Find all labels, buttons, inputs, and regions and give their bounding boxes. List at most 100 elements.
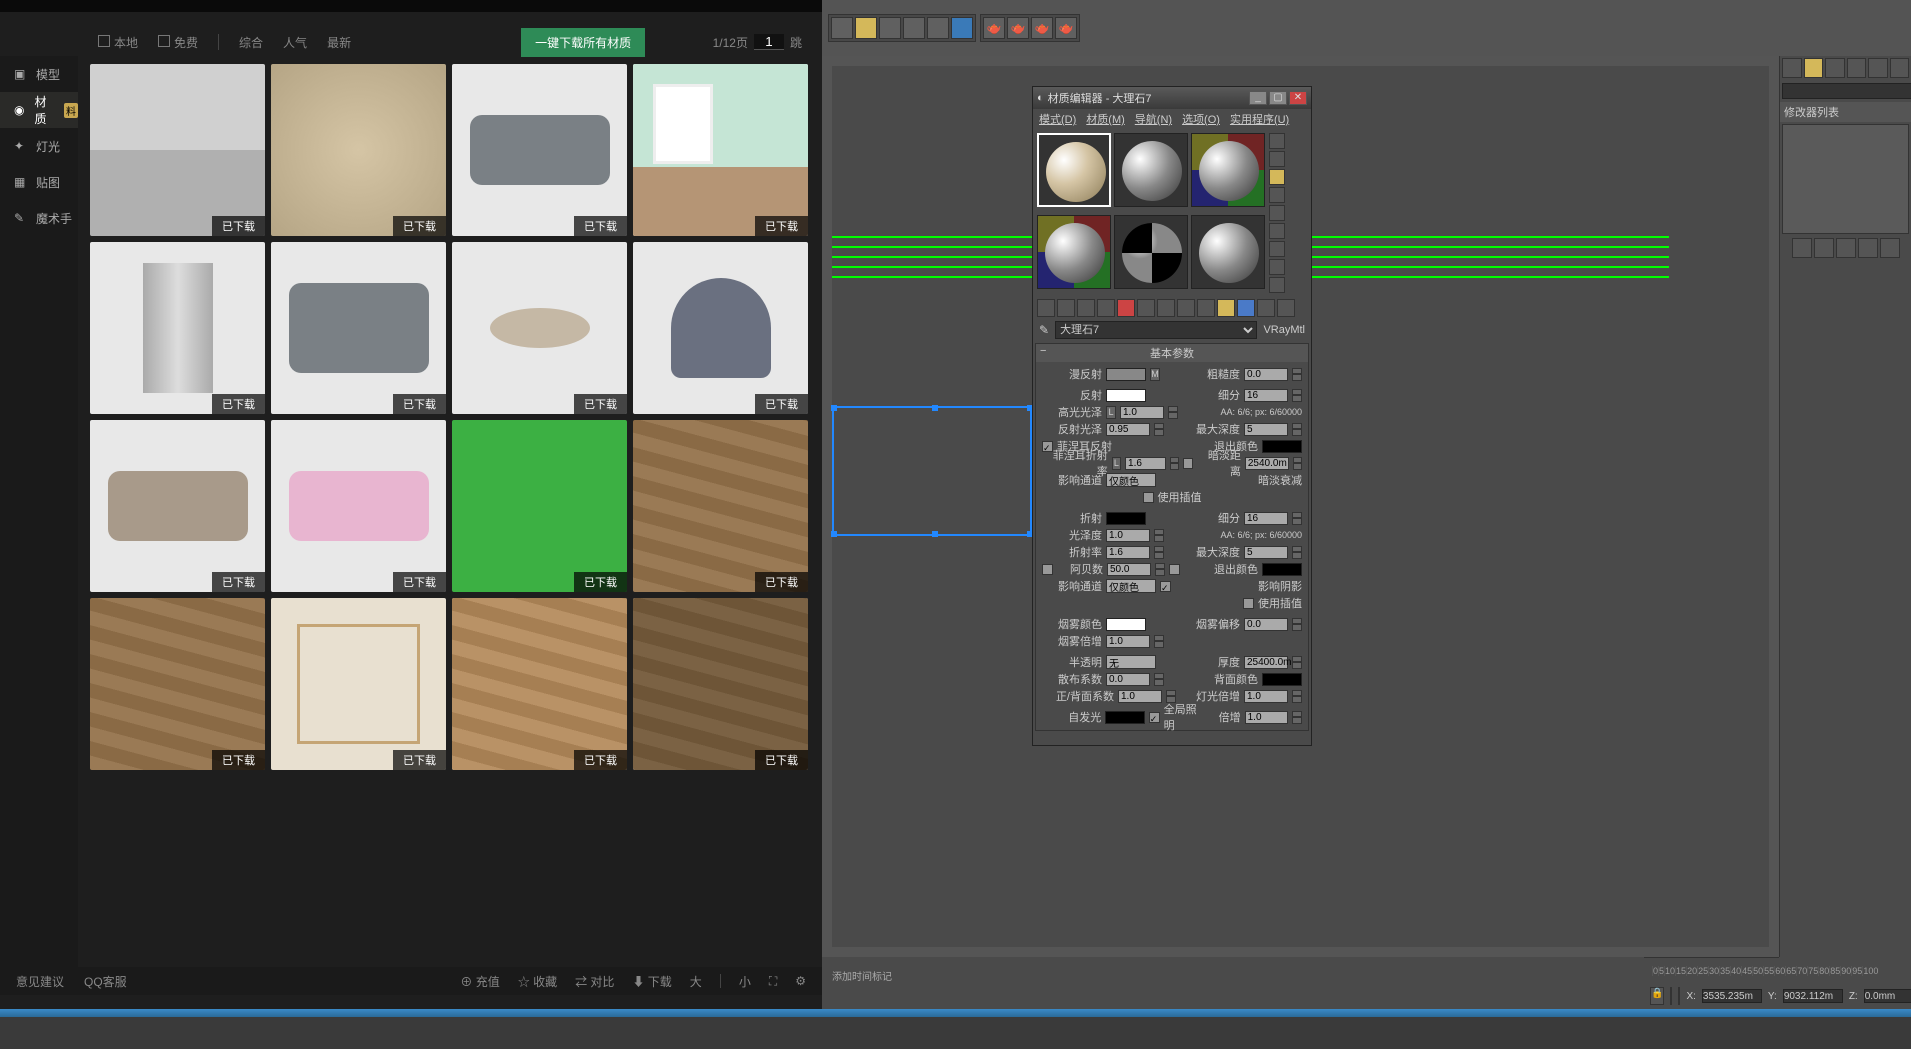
menu-options[interactable]: 选项(O) [1182, 111, 1220, 127]
close-button[interactable]: ✕ [1289, 91, 1307, 105]
subdiv-spinner[interactable]: 16 [1244, 389, 1288, 402]
fog-swatch[interactable] [1106, 618, 1146, 631]
asset-item[interactable]: 已下载 [90, 598, 265, 770]
material-slot[interactable] [1037, 215, 1111, 289]
spinner-arrows[interactable] [1154, 673, 1164, 686]
maxdepth2-spinner[interactable]: 5 [1244, 546, 1288, 559]
reflect-swatch[interactable] [1106, 389, 1146, 402]
utilities-tab[interactable] [1890, 58, 1910, 78]
rglossy-spinner[interactable]: 0.95 [1106, 423, 1150, 436]
asset-item[interactable]: 已下载 [90, 420, 265, 592]
material-type-label[interactable]: VRayMtl [1263, 324, 1305, 336]
spinner-arrows[interactable] [1168, 406, 1178, 419]
spinner-arrows[interactable] [1154, 529, 1164, 542]
mat-tool-button[interactable] [1137, 299, 1155, 317]
filter-local[interactable]: 本地 [98, 34, 138, 51]
slot-tool-button[interactable] [1269, 169, 1285, 185]
spinner-arrows[interactable] [1292, 690, 1302, 703]
material-name-dropdown[interactable]: 大理石7 [1055, 321, 1257, 339]
mat-tool-button[interactable] [1037, 299, 1055, 317]
asset-item[interactable]: 已下载 [633, 64, 808, 236]
slot-tool-button[interactable] [1269, 241, 1285, 257]
mult-spinner[interactable]: 1.0 [1245, 711, 1289, 724]
mat-tool-button[interactable] [1217, 299, 1235, 317]
slot-tool-button[interactable] [1269, 223, 1285, 239]
asset-item[interactable]: 已下载 [633, 420, 808, 592]
mat-tool-button[interactable] [1197, 299, 1215, 317]
sidebar-item-texture[interactable]: ▦ 贴图 [0, 164, 78, 200]
sort-人气[interactable]: 人气 [283, 34, 307, 51]
asset-item[interactable]: 已下载 [633, 242, 808, 414]
mat-tool-button[interactable] [1057, 299, 1075, 317]
filter-free[interactable]: 免费 [158, 34, 198, 51]
eyedropper-icon[interactable]: ✎ [1039, 323, 1049, 337]
mat-tool-button[interactable] [1077, 299, 1095, 317]
material-slot[interactable] [1114, 215, 1188, 289]
size-small-button[interactable]: 小 [739, 973, 751, 990]
download-all-button[interactable]: 一键下载所有材质 [521, 28, 645, 57]
unique-button[interactable] [1836, 238, 1856, 258]
mat-tool-button[interactable] [1237, 299, 1255, 317]
abbe-spinner[interactable]: 50.0 [1107, 563, 1151, 576]
recharge-button[interactable]: ⊕ 充值 [460, 973, 499, 990]
show-button[interactable] [1814, 238, 1834, 258]
sidebar-item-magic[interactable]: ✎ 魔术手 [0, 200, 78, 236]
spinner-arrows[interactable] [1292, 368, 1302, 381]
teapot-icon[interactable]: 🫖 [1007, 17, 1029, 39]
asset-item[interactable]: 已下载 [633, 598, 808, 770]
spinner-arrows[interactable] [1154, 546, 1164, 559]
geometry-blue-selected[interactable] [832, 406, 1032, 536]
asset-item[interactable]: 已下载 [452, 598, 627, 770]
lock-button[interactable]: L [1106, 406, 1116, 419]
checkbox-icon[interactable] [158, 35, 170, 47]
tool-button[interactable] [927, 17, 949, 39]
trans-dropdown[interactable]: 无 [1106, 655, 1156, 669]
asset-item[interactable]: 已下载 [452, 242, 627, 414]
tool-button[interactable] [903, 17, 925, 39]
snap2-button[interactable] [1678, 987, 1680, 1005]
tool-button[interactable] [831, 17, 853, 39]
asset-item[interactable]: 已下载 [90, 64, 265, 236]
hierarchy-tab[interactable] [1825, 58, 1845, 78]
mat-tool-button[interactable] [1177, 299, 1195, 317]
page-input[interactable] [754, 34, 784, 50]
viewport[interactable]: ◐ 材质编辑器 - 大理石7 _ ▢ ✕ 模式(D) 材质(M) 导航(N) 选… [822, 56, 1779, 957]
backcolor-swatch[interactable] [1262, 673, 1302, 686]
sidebar-item-material[interactable]: ◉ 材质 料 [0, 92, 78, 128]
settings-icon[interactable]: ⚙ [795, 974, 806, 988]
exitcolor2-swatch[interactable] [1262, 563, 1302, 576]
slot-tool-button[interactable] [1269, 205, 1285, 221]
tool-button[interactable] [879, 17, 901, 39]
window-titlebar[interactable]: ◐ 材质编辑器 - 大理石7 _ ▢ ✕ [1033, 87, 1311, 109]
spinner-arrows[interactable] [1292, 656, 1302, 669]
hilight-spinner[interactable]: 1.0 [1120, 406, 1164, 419]
page-go-button[interactable]: 跳 [790, 34, 802, 51]
object-name-input[interactable] [1782, 83, 1911, 99]
affect-dropdown[interactable]: 仅颜色 [1106, 473, 1156, 487]
selfillum-swatch[interactable] [1105, 711, 1145, 724]
fogbias-spinner[interactable]: 0.0 [1244, 618, 1288, 631]
spinner-arrows[interactable] [1155, 563, 1165, 576]
display-tab[interactable] [1868, 58, 1888, 78]
menu-material[interactable]: 材质(M) [1086, 111, 1125, 127]
asset-item[interactable]: 已下载 [271, 242, 446, 414]
exit2-checkbox[interactable] [1169, 564, 1180, 575]
exitcolor-swatch[interactable] [1262, 440, 1302, 453]
fb-spinner[interactable]: 1.0 [1118, 690, 1162, 703]
refract-swatch[interactable] [1106, 512, 1146, 525]
roughness-spinner[interactable]: 0.0 [1244, 368, 1288, 381]
gloss-spinner[interactable]: 1.0 [1106, 529, 1150, 542]
interp-checkbox[interactable] [1143, 492, 1154, 503]
asset-item[interactable]: 已下载 [271, 598, 446, 770]
spinner-arrows[interactable] [1293, 457, 1302, 470]
spinner-arrows[interactable] [1154, 423, 1164, 436]
mat-tool-button[interactable] [1097, 299, 1115, 317]
teapot-icon[interactable]: 🫖 [983, 17, 1005, 39]
modify-tab[interactable] [1804, 58, 1824, 78]
configure-button[interactable] [1880, 238, 1900, 258]
lightmult-spinner[interactable]: 1.0 [1244, 690, 1288, 703]
fresnelior-spinner[interactable]: 1.6 [1125, 457, 1166, 470]
material-slot[interactable] [1191, 133, 1265, 207]
snap-button[interactable] [1670, 987, 1672, 1005]
favorite-button[interactable]: ☆ 收藏 [518, 973, 557, 990]
